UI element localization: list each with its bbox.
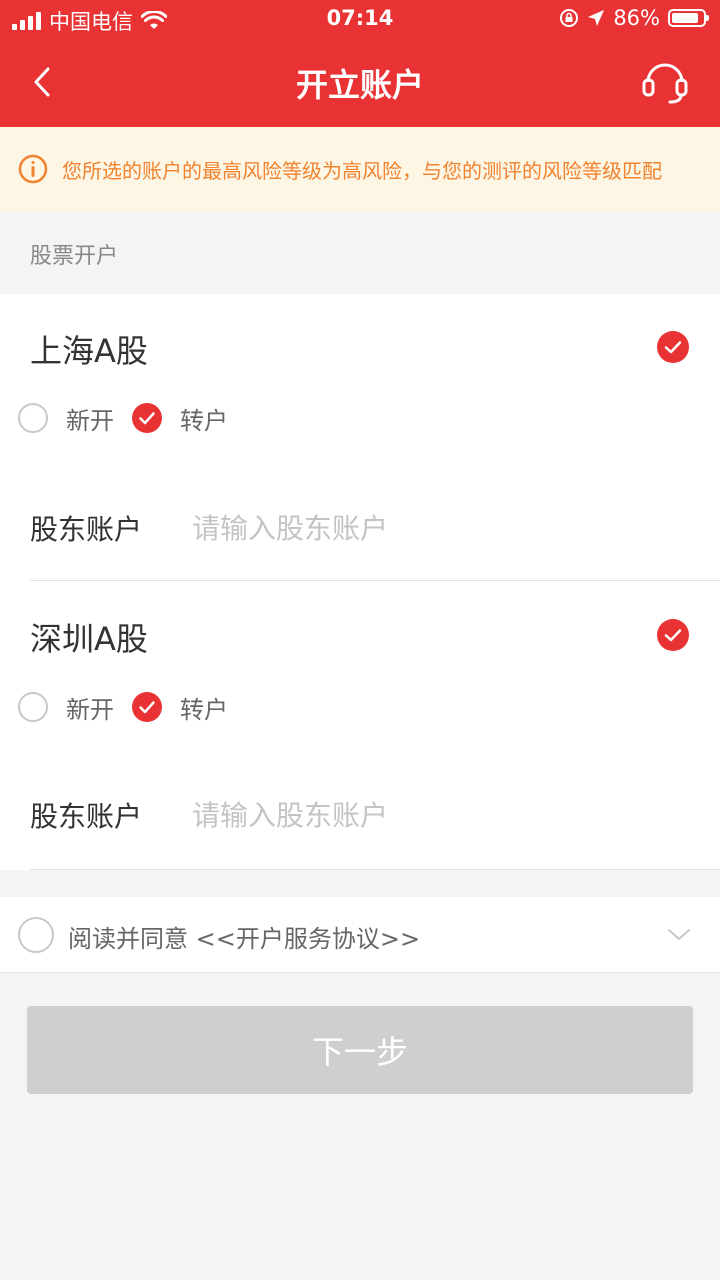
market-title-shenzhen: 深圳A股	[30, 620, 148, 658]
agreement-checkbox[interactable]	[18, 917, 54, 953]
market-checkbox-shenzhen[interactable]	[657, 619, 689, 651]
shareholder-account-label-shenzhen: 股东账户	[30, 800, 143, 833]
battery-icon	[668, 9, 709, 27]
radio-unchecked-icon	[18, 403, 48, 433]
radio-label: 转户	[180, 695, 228, 724]
open-type-group-shenzhen: 新开 转户	[18, 690, 246, 724]
page-title: 开立账户	[295, 66, 424, 104]
radio-transfer-shenzhen[interactable]: 转户	[132, 690, 228, 725]
location-icon	[588, 10, 605, 26]
radio-new-shenzhen[interactable]: 新开	[18, 690, 114, 725]
battery-percent: 86%	[613, 6, 660, 30]
divider	[30, 580, 720, 581]
nav-bar: 开立账户	[0, 38, 720, 127]
risk-notice: 您所选的账户的最高风险等级为高风险，与您的测评的风险等级匹配	[0, 127, 720, 211]
notice-text: 您所选的账户的最高风险等级为高风险，与您的测评的风险等级匹配	[62, 158, 662, 183]
app-header: 中国电信 07:14 86% 开立账户	[0, 0, 720, 127]
open-type-group-shanghai: 新开 转户	[18, 401, 246, 435]
shareholder-account-input-shanghai[interactable]	[192, 506, 672, 550]
status-bar-right: 86%	[559, 6, 709, 30]
agreement-text: 阅读并同意 <<开户服务协议>>	[68, 919, 420, 954]
market-checkbox-shanghai[interactable]	[657, 331, 689, 363]
shareholder-account-label-shanghai: 股东账户	[30, 513, 143, 546]
radio-label: 转户	[180, 406, 228, 435]
market-title-shanghai: 上海A股	[30, 332, 148, 370]
agreement-row: 阅读并同意 <<开户服务协议>>	[0, 897, 720, 973]
headset-icon	[642, 63, 688, 104]
radio-label: 新开	[66, 406, 114, 435]
radio-checked-icon	[132, 403, 162, 433]
agreement-prefix: 阅读并同意	[68, 925, 196, 953]
rotation-lock-icon	[560, 9, 579, 27]
divider	[30, 869, 720, 870]
radio-transfer-shanghai[interactable]: 转户	[132, 401, 228, 436]
shareholder-account-input-shenzhen[interactable]	[192, 793, 672, 837]
radio-label: 新开	[66, 695, 114, 724]
section-title: 股票开户	[30, 244, 119, 269]
chevron-down-icon[interactable]	[666, 925, 692, 945]
radio-checked-icon	[132, 692, 162, 722]
radio-unchecked-icon	[18, 692, 48, 722]
info-circle-icon	[18, 154, 48, 184]
stock-account-card: 上海A股 新开 转户 股东账户 深圳A股 新开	[0, 294, 720, 870]
customer-service-button[interactable]	[640, 58, 690, 106]
agreement-link[interactable]: <<开户服务协议>>	[196, 925, 420, 953]
radio-new-shanghai[interactable]: 新开	[18, 401, 114, 436]
next-step-button[interactable]: 下一步	[27, 1006, 693, 1094]
status-bar: 中国电信 07:14 86%	[0, 0, 720, 38]
